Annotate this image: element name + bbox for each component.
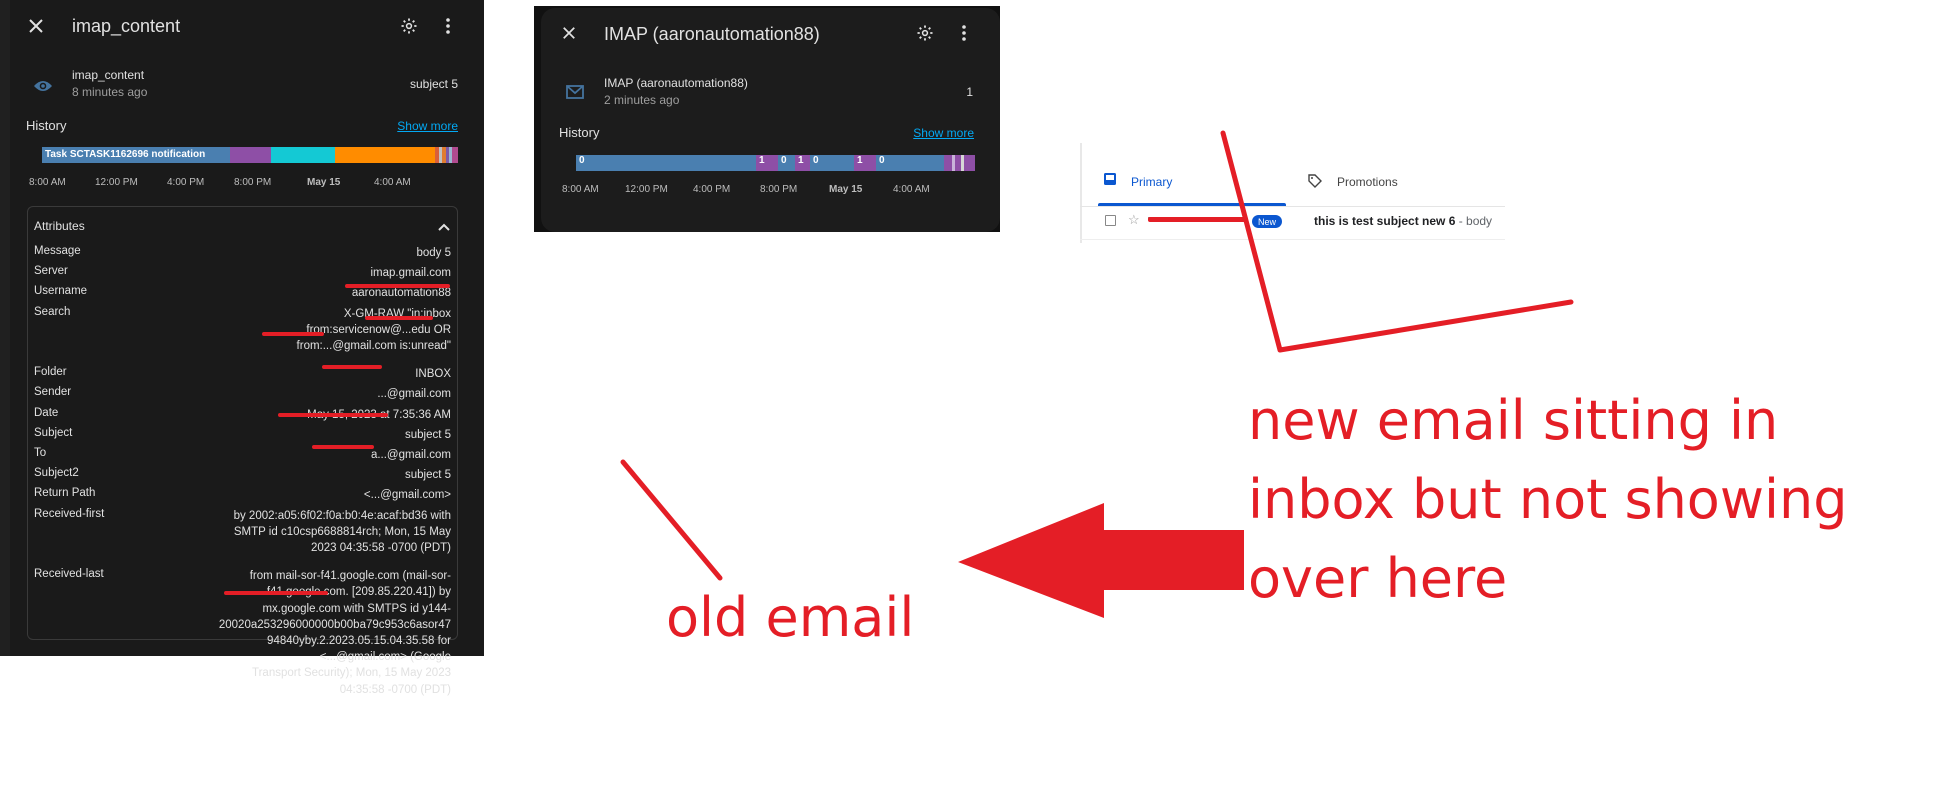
arrow-left-icon [958, 503, 1244, 618]
pointer-line-to-new-email [1220, 130, 1574, 353]
annotation-line: inbox but not showing [1248, 468, 1848, 531]
annotation-old-email: old email [666, 586, 915, 649]
pointer-line-to-old-email [620, 459, 723, 581]
annotation-new-email: new email sitting in inbox but not showi… [1248, 381, 1848, 618]
annotation-line: new email sitting in [1248, 389, 1779, 452]
annotation-line: over here [1248, 547, 1508, 610]
